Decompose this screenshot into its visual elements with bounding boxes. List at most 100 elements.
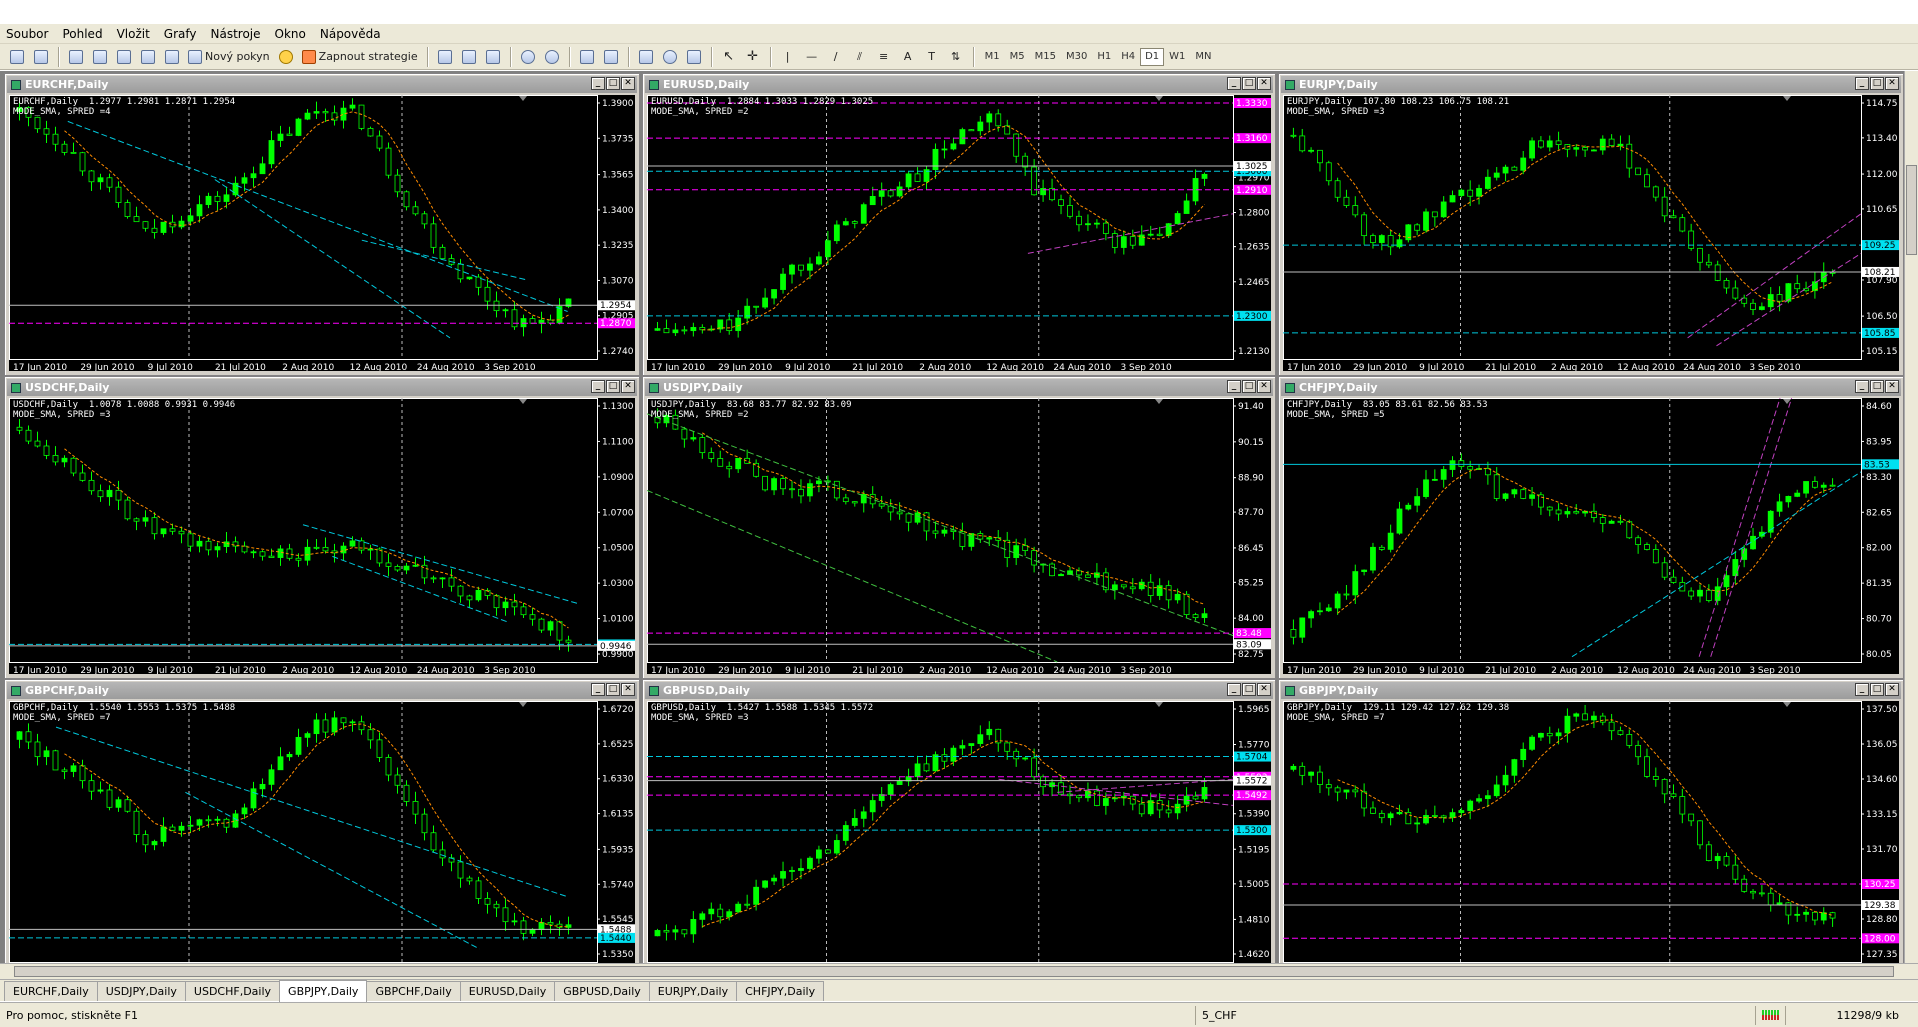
chart-window[interactable]: USDCHF,Daily _ □ ✕ 1.1300 1.1100 1.0900 1.0700 1… xyxy=(4,376,640,679)
timeframe-h4-button[interactable]: H4 xyxy=(1116,48,1140,66)
chart-window[interactable]: CHFJPY,Daily _ □ ✕ 84.60 83.95 83.30 82.65 82.00… xyxy=(1278,376,1904,679)
close-button[interactable]: ✕ xyxy=(1257,380,1271,393)
minimize-button[interactable]: _ xyxy=(591,380,605,393)
chart-tab[interactable]: GBPJPY,Daily xyxy=(279,980,368,1002)
zoom-in-button[interactable] xyxy=(517,46,539,68)
chart-tab[interactable]: EURCHF,Daily xyxy=(4,981,98,1001)
maximize-button[interactable]: □ xyxy=(1242,77,1256,90)
chart-title-bar[interactable]: USDCHF,Daily _ □ ✕ xyxy=(7,379,637,396)
chart-canvas[interactable]: 84.60 83.95 83.30 82.65 82.00 81.35 80.70 80.05… xyxy=(1283,398,1899,674)
channel-button[interactable]: ⫽ xyxy=(849,46,871,68)
chart-canvas[interactable]: 1.59651.57701.55801.53901.51951.50051.48… xyxy=(647,701,1271,974)
close-button[interactable]: ✕ xyxy=(621,380,635,393)
text-button[interactable]: A xyxy=(897,46,919,68)
text-label-button[interactable]: T xyxy=(921,46,943,68)
menu-item-2[interactable]: Vložit xyxy=(117,27,150,41)
close-button[interactable]: ✕ xyxy=(1885,380,1899,393)
vertical-scrollbar[interactable] xyxy=(1904,71,1918,963)
timeframe-m30-button[interactable]: M30 xyxy=(1061,48,1092,66)
chart-window[interactable]: EURJPY,Daily _ □ ✕ 114.75 113.40 112.00 110.65 1… xyxy=(1278,73,1904,376)
tester-button[interactable] xyxy=(161,46,183,68)
indicators-button[interactable] xyxy=(635,46,657,68)
chart-title-bar[interactable]: EURCHF,Daily _ □ ✕ xyxy=(7,76,637,93)
candle-chart-button[interactable] xyxy=(458,46,480,68)
chart-canvas[interactable]: 1.1300 1.1100 1.0900 1.0700 1.0500 1.0300 1.01… xyxy=(9,398,635,674)
chart-canvas[interactable]: 91.40 90.15 88.90 87.70 86.45 85.25 84.00 82.75… xyxy=(647,398,1271,674)
chart-title-bar[interactable]: GBPJPY,Daily _ □ ✕ xyxy=(1281,682,1901,699)
minimize-button[interactable]: _ xyxy=(1855,683,1869,696)
menu-item-6[interactable]: Nápověda xyxy=(320,27,381,41)
profiles-button[interactable] xyxy=(30,46,52,68)
chart-title-bar[interactable]: EURUSD,Daily _ □ ✕ xyxy=(645,76,1273,93)
new-order-button[interactable]: Nový pokyn xyxy=(185,46,273,68)
timeframe-mn-button[interactable]: MN xyxy=(1190,48,1216,66)
maximize-button[interactable]: □ xyxy=(1870,77,1884,90)
chart-canvas[interactable]: 1.3900 1.3735 1.3565 1.3400 1.3235 1.3070 1.29… xyxy=(9,95,635,371)
maximize-button[interactable]: □ xyxy=(1242,683,1256,696)
chart-title-bar[interactable]: USDJPY,Daily _ □ ✕ xyxy=(645,379,1273,396)
alert-button[interactable] xyxy=(275,46,297,68)
timeframe-d1-button[interactable]: D1 xyxy=(1140,47,1165,66)
vertical-line-button[interactable]: | xyxy=(777,46,799,68)
close-button[interactable]: ✕ xyxy=(1885,77,1899,90)
arrows-button[interactable]: ⇅ xyxy=(945,46,967,68)
scrollbar-thumb[interactable] xyxy=(1906,165,1917,255)
periods-button[interactable] xyxy=(659,46,681,68)
chart-window[interactable]: GBPUSD,Daily_□✕ 1.59651.57701.55801.53901… xyxy=(642,679,1276,979)
horizontal-line-button[interactable]: — xyxy=(801,46,823,68)
chart-tab[interactable]: EURJPY,Daily xyxy=(648,981,738,1001)
chart-shift-button[interactable] xyxy=(600,46,622,68)
navigator-button[interactable] xyxy=(89,46,111,68)
bar-chart-button[interactable] xyxy=(434,46,456,68)
chart-title-bar[interactable]: GBPUSD,Daily _ □ ✕ xyxy=(645,682,1273,699)
templates-button[interactable] xyxy=(683,46,705,68)
market-watch-button[interactable] xyxy=(65,46,87,68)
chart-window[interactable]: GBPJPY,Daily _ □ ✕ 137.50 136.05 134.60 133.15 1… xyxy=(1278,679,1904,979)
terminal-button[interactable] xyxy=(137,46,159,68)
menu-item-4[interactable]: Nástroje xyxy=(211,27,261,41)
close-button[interactable]: ✕ xyxy=(1257,77,1271,90)
zoom-out-button[interactable] xyxy=(541,46,563,68)
chart-window[interactable]: EURCHF,Daily _ □ ✕ 1.3900 1.3735 1.3565 1.3400 1… xyxy=(4,73,640,376)
menu-item-1[interactable]: Pohled xyxy=(62,27,102,41)
timeframe-m5-button[interactable]: M5 xyxy=(1005,48,1030,66)
timeframe-m1-button[interactable]: M1 xyxy=(980,48,1005,66)
chart-tab[interactable]: USDCHF,Daily xyxy=(184,981,281,1001)
maximize-button[interactable]: □ xyxy=(606,380,620,393)
close-button[interactable]: ✕ xyxy=(621,683,635,696)
maximize-button[interactable]: □ xyxy=(1870,380,1884,393)
timeframe-h1-button[interactable]: H1 xyxy=(1092,48,1116,66)
chart-tab[interactable]: CHFJPY,Daily xyxy=(736,981,825,1001)
menu-item-0[interactable]: Soubor xyxy=(6,27,48,41)
minimize-button[interactable]: _ xyxy=(1855,380,1869,393)
chart-title-bar[interactable]: GBPCHF,Daily _ □ ✕ xyxy=(7,682,637,699)
chart-window[interactable]: GBPCHF,Daily _ □ ✕ 1.6720 1.6525 1.6330 1.6135 1… xyxy=(4,679,640,979)
maximize-button[interactable]: □ xyxy=(606,683,620,696)
chart-canvas[interactable]: 1.33301.31601.29701.28001.26351.24651.23… xyxy=(647,95,1271,371)
new-chart-button[interactable] xyxy=(6,46,28,68)
menu-item-3[interactable]: Grafy xyxy=(164,27,197,41)
minimize-button[interactable]: _ xyxy=(591,683,605,696)
trendline-button[interactable]: ∕ xyxy=(825,46,847,68)
minimize-button[interactable]: _ xyxy=(591,77,605,90)
menu-item-5[interactable]: Okno xyxy=(275,27,306,41)
fibonacci-button[interactable]: ≡ xyxy=(873,46,895,68)
chart-window[interactable]: USDJPY,Daily _ □ ✕ 91.40 90.15 88.90 87.70 86.45… xyxy=(642,376,1276,679)
strategies-button[interactable]: Zapnout strategie xyxy=(299,46,421,68)
timeframe-m15-button[interactable]: M15 xyxy=(1030,48,1061,66)
chart-tab[interactable]: USDJPY,Daily xyxy=(96,981,186,1001)
maximize-button[interactable]: □ xyxy=(606,77,620,90)
line-chart-button[interactable] xyxy=(482,46,504,68)
crosshair-button[interactable]: ✛ xyxy=(742,46,764,68)
chart-title-bar[interactable]: EURJPY,Daily _ □ ✕ xyxy=(1281,76,1901,93)
minimize-button[interactable]: _ xyxy=(1227,380,1241,393)
chart-window[interactable]: EURUSD,Daily_□✕ 1.33301.31601.29701.28001… xyxy=(642,73,1276,376)
minimize-button[interactable]: _ xyxy=(1227,683,1241,696)
chart-tab[interactable]: GBPUSD,Daily xyxy=(554,981,650,1001)
chart-canvas[interactable]: 114.75113.40112.00110.65109.25107.90106.… xyxy=(1283,95,1899,371)
close-button[interactable]: ✕ xyxy=(1885,683,1899,696)
auto-scroll-button[interactable] xyxy=(576,46,598,68)
close-button[interactable]: ✕ xyxy=(1257,683,1271,696)
maximize-button[interactable]: □ xyxy=(1870,683,1884,696)
chart-canvas[interactable]: 1.6720 1.6525 1.6330 1.6135 1.5935 1.5740 1.55… xyxy=(9,701,635,974)
